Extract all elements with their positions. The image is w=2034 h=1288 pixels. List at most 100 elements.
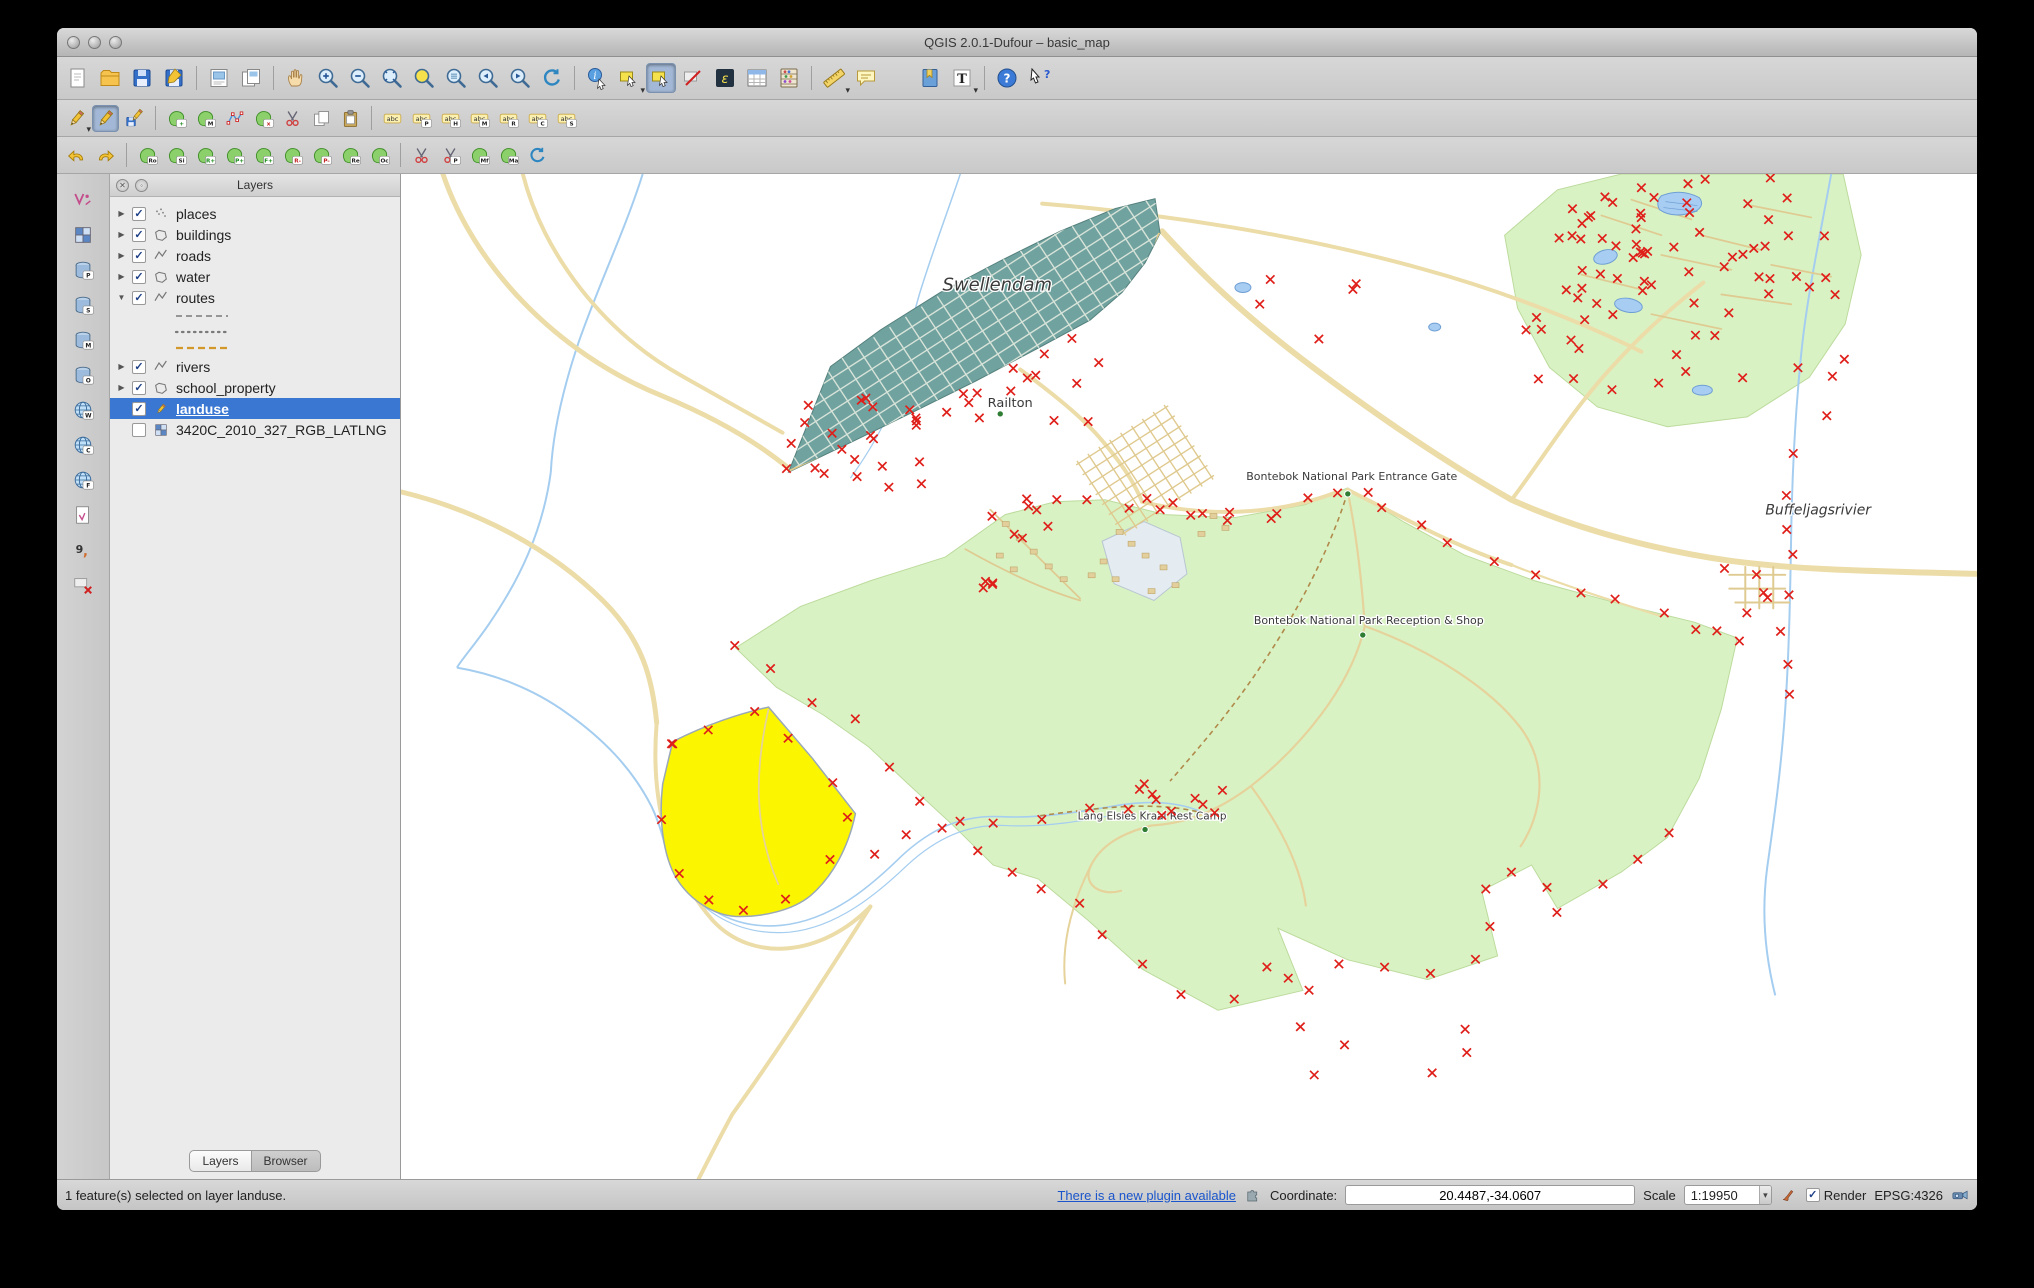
render-checkbox[interactable]: ✓ Render — [1805, 1188, 1866, 1203]
merge-features-button[interactable]: Mf — [466, 142, 493, 169]
rotate-feature-button[interactable]: Ro — [134, 142, 161, 169]
new-print-composer-button[interactable] — [204, 63, 234, 93]
panel-close-button[interactable]: ✕ — [116, 178, 129, 192]
dropdown-arrow-icon[interactable]: ▾ — [973, 86, 978, 95]
remove-layer-group-button[interactable] — [69, 571, 97, 599]
toggle-editing-button[interactable] — [92, 104, 119, 132]
new-bookmark-button[interactable] — [883, 63, 913, 93]
whats-this-button[interactable]: ? — [1024, 63, 1054, 93]
minimize-button[interactable] — [88, 35, 101, 49]
layer-visibility-checkbox[interactable]: ✓ — [132, 380, 146, 395]
expander-icon[interactable]: ▼ — [116, 293, 127, 302]
zoom-next-button[interactable] — [505, 63, 535, 93]
pin-labels-button[interactable]: abc P — [408, 105, 435, 132]
merge-attributes-button[interactable]: Ma — [495, 142, 522, 169]
layer-visibility-checkbox[interactable]: ✓ — [132, 359, 146, 374]
move-feature-button[interactable]: M — [192, 105, 219, 132]
zoom-out-button[interactable] — [345, 63, 375, 93]
composer-manager-button[interactable] — [236, 63, 266, 93]
reshape-features-button[interactable]: Re — [337, 142, 364, 169]
select-by-expression-button[interactable]: ε — [710, 63, 740, 93]
layer-visibility-checkbox[interactable]: ✓ — [132, 206, 146, 221]
expander-icon[interactable]: ▶ — [116, 230, 127, 239]
add-raster-layer-button[interactable] — [69, 221, 97, 249]
add-feature-button[interactable]: + — [163, 105, 190, 132]
layer-visibility-checkbox[interactable]: ✓ — [132, 401, 146, 416]
help-contents-button[interactable]: ? — [992, 63, 1022, 93]
measure-line-button[interactable]: ▾ — [819, 63, 850, 95]
close-button[interactable] — [67, 35, 80, 49]
paste-features-button[interactable] — [337, 105, 364, 132]
add-spatialite-layer-button[interactable]: S — [69, 291, 97, 319]
layer-visibility-checkbox[interactable]: ✓ — [132, 248, 146, 263]
render-check-icon[interactable]: ✓ — [1805, 1188, 1820, 1202]
new-shapefile-layer-button[interactable] — [69, 501, 97, 529]
layer-item-water[interactable]: ▶ ✓ water — [110, 266, 400, 287]
redo-button[interactable] — [92, 142, 119, 169]
change-label-properties-button[interactable]: abc C — [524, 105, 551, 132]
layer-item-places[interactable]: ▶ ✓ places — [110, 203, 400, 224]
map-tips-button[interactable] — [851, 63, 881, 93]
layer-visibility-checkbox[interactable]: ✓ — [132, 290, 146, 305]
cut-features-button[interactable] — [279, 105, 306, 132]
move-label-button[interactable]: abc M — [466, 105, 493, 132]
layer-item-rivers[interactable]: ▶ ✓ rivers — [110, 356, 400, 377]
panel-float-button[interactable]: ◦ — [135, 178, 148, 192]
layer-visibility-checkbox[interactable]: ✓ — [132, 227, 146, 242]
node-tool-button[interactable] — [221, 105, 248, 132]
split-parts-button[interactable]: P — [437, 142, 464, 169]
show-hide-labels-button[interactable]: abc S — [553, 105, 580, 132]
add-mssql-layer-button[interactable]: M — [69, 326, 97, 354]
add-part-button[interactable]: P+ — [221, 142, 248, 169]
fill-ring-button[interactable]: F+ — [250, 142, 277, 169]
dropdown-arrow-icon[interactable]: ▾ — [86, 124, 91, 134]
open-attribute-table-button[interactable] — [742, 63, 772, 93]
refresh-map-button[interactable] — [537, 63, 567, 93]
map-canvas[interactable]: Swellendam Railton Bontebok National Park … — [401, 174, 1977, 1179]
deselect-all-button[interactable] — [678, 63, 708, 93]
add-ring-button[interactable]: R+ — [192, 142, 219, 169]
zoom-last-button[interactable] — [473, 63, 503, 93]
field-calculator-button[interactable] — [774, 63, 804, 93]
layer-item-landuse[interactable]: ✓ landuse — [110, 398, 400, 419]
save-project-button[interactable] — [127, 63, 157, 93]
combo-arrow-icon[interactable]: ▾ — [1759, 1186, 1771, 1204]
expander-icon[interactable]: ▶ — [116, 383, 127, 392]
title-bar[interactable]: QGIS 2.0.1-Dufour – basic_map — [57, 28, 1977, 57]
delete-ring-button[interactable]: R- — [279, 142, 306, 169]
zoom-full-button[interactable] — [377, 63, 407, 93]
zoom-in-button[interactable] — [313, 63, 343, 93]
rotate-point-symbols-button[interactable] — [524, 142, 551, 169]
save-project-as-button[interactable] — [159, 63, 189, 93]
copy-features-button[interactable] — [308, 105, 335, 132]
dropdown-arrow-icon[interactable]: ▾ — [640, 86, 645, 95]
tab-browser[interactable]: Browser — [251, 1150, 321, 1172]
show-bookmarks-button[interactable] — [915, 63, 945, 93]
layer-item-roads[interactable]: ▶ ✓ roads — [110, 245, 400, 266]
add-oracle-layer-button[interactable]: O — [69, 361, 97, 389]
expander-icon[interactable]: ▶ — [116, 209, 127, 218]
stop-render-icon[interactable] — [1780, 1186, 1798, 1204]
layer-item-school_property[interactable]: ▶ ✓ school_property — [110, 377, 400, 398]
zoom-to-layer-button[interactable] — [441, 63, 471, 93]
simplify-feature-button[interactable]: Si — [163, 142, 190, 169]
identify-features-button[interactable]: i — [582, 63, 612, 93]
zoom-to-selection-button[interactable] — [409, 63, 439, 93]
highlight-pinned-labels-button[interactable]: abc H — [437, 105, 464, 132]
new-project-button[interactable] — [63, 63, 93, 93]
layer-item-routes[interactable]: ▼ ✓ routes — [110, 287, 400, 308]
add-vector-layer-button[interactable] — [69, 186, 97, 214]
layer-visibility-checkbox[interactable]: ✓ — [132, 269, 146, 284]
coordinate-input[interactable] — [1345, 1185, 1636, 1205]
expander-icon[interactable]: ▶ — [116, 251, 127, 260]
layer-visibility-checkbox[interactable] — [132, 422, 146, 437]
zoom-button[interactable] — [109, 35, 122, 49]
offset-curve-button[interactable]: Oc — [366, 142, 393, 169]
open-project-button[interactable] — [95, 63, 125, 93]
tab-layers[interactable]: Layers — [189, 1150, 252, 1172]
delete-selected-button[interactable]: x — [250, 105, 277, 132]
expander-icon[interactable]: ▶ — [116, 272, 127, 281]
add-wms-layer-button[interactable]: W — [69, 396, 97, 424]
split-features-button[interactable] — [408, 142, 435, 169]
undo-button[interactable] — [63, 142, 90, 169]
